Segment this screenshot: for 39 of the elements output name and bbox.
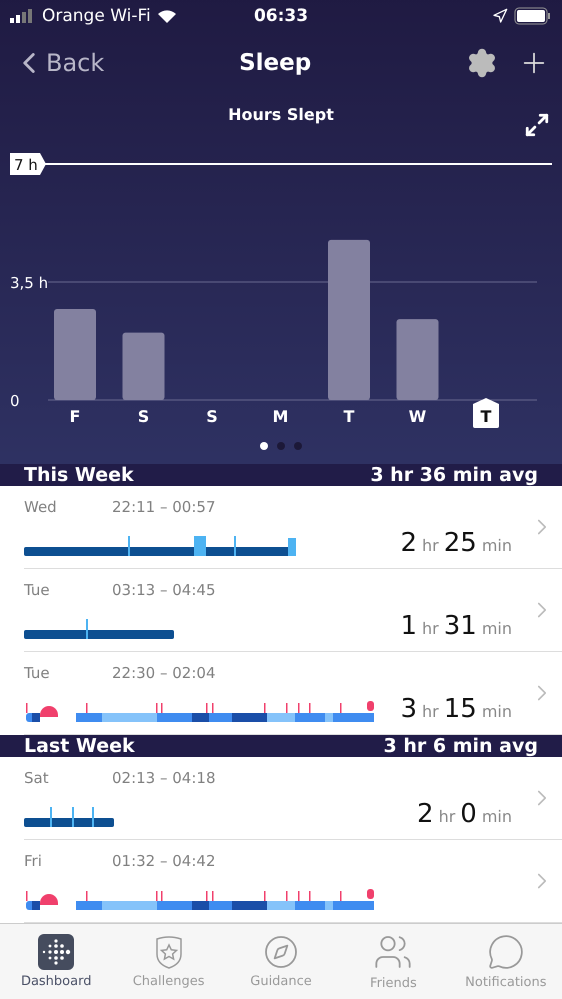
minutes-unit: min — [482, 702, 512, 721]
clock: 06:33 — [254, 6, 308, 26]
y-tick-label: 7 h — [14, 156, 38, 174]
log-day: Fri — [24, 852, 112, 870]
section-average: 3 hr 6 min avg — [384, 735, 538, 757]
goal-line: 7 h — [10, 153, 552, 175]
duration-minutes: 31 — [444, 611, 477, 641]
log-day: Tue — [24, 581, 112, 599]
minutes-unit: min — [482, 807, 512, 826]
log-time-range: 22:30 – 02:04 — [112, 664, 216, 682]
duration-hours: 1 — [400, 611, 418, 641]
hours-unit: hr — [422, 702, 439, 721]
axis-label: 0 — [10, 392, 20, 410]
duration-hours: 3 — [400, 694, 418, 724]
minutes-unit: min — [482, 619, 512, 638]
log-time-range: 01:32 – 04:42 — [112, 852, 216, 870]
hours-unit: hr — [422, 536, 439, 555]
section-average: 3 hr 36 min avg — [370, 464, 538, 486]
log-time-range: 02:13 – 04:18 — [112, 769, 216, 787]
log-time-range: 22:11 – 00:57 — [112, 498, 216, 516]
x-tick-label: T — [480, 407, 492, 426]
hours-unit: hr — [422, 619, 439, 638]
duration-minutes: 25 — [444, 528, 477, 558]
hours-unit: hr — [438, 807, 456, 826]
log-time-range: 03:13 – 04:45 — [112, 581, 216, 599]
duration-hours: 2 — [400, 528, 418, 558]
duration-minutes: 0 — [460, 799, 477, 829]
log-day: Wed — [24, 498, 112, 516]
minutes-unit: min — [482, 536, 512, 555]
log-day: Tue — [24, 664, 112, 682]
section-title: Last Week — [24, 735, 135, 757]
duration-hours: 2 — [417, 799, 434, 829]
section-title: This Week — [24, 464, 134, 486]
log-day: Sat — [24, 769, 112, 787]
axis-label: 3,5 h — [10, 274, 48, 292]
screen-title: Sleep — [238, 50, 312, 76]
carrier-name: Orange Wi-Fi — [42, 6, 151, 26]
duration-minutes: 15 — [444, 694, 477, 724]
chart-title: Hours Slept — [228, 104, 334, 124]
